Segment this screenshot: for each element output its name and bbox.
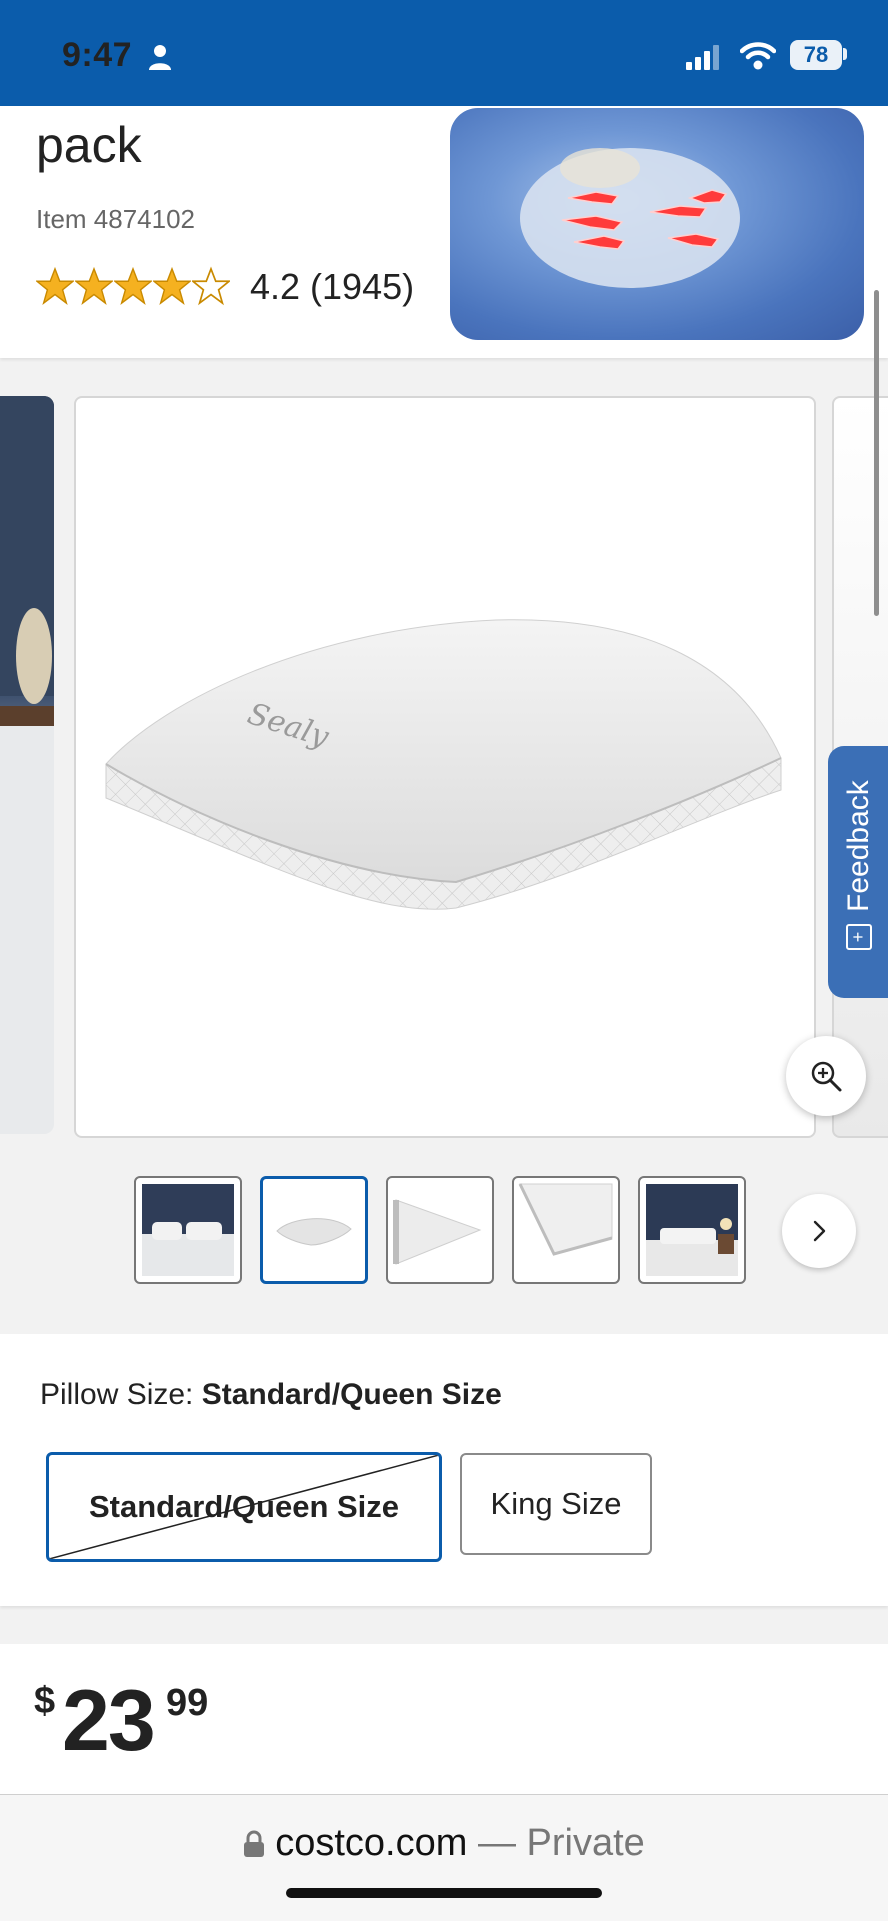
chevron-right-icon <box>813 1220 826 1242</box>
thumbnail-image <box>646 1184 738 1276</box>
thumbnail-image <box>142 1184 234 1276</box>
unavailable-strike <box>49 1455 439 1559</box>
star-full-icon <box>36 266 74 305</box>
cellular-signal-icon <box>686 45 719 70</box>
feedback-tab[interactable]: + Feedback <box>828 746 888 998</box>
bedroom-image <box>0 396 54 1134</box>
star-full-icon <box>75 266 113 305</box>
size-option-king[interactable]: King Size <box>460 1453 652 1555</box>
feedback-plus-icon: + <box>846 924 872 950</box>
thumbnail-strip <box>134 1176 746 1284</box>
battery-indicator: 78 <box>790 40 842 70</box>
thumbnail-bedroom[interactable] <box>134 1176 242 1284</box>
main-product-image[interactable]: Sealy <box>74 396 816 1138</box>
price-cents: 99 <box>166 1682 209 1724</box>
rating-summary[interactable]: 4.2 (1945) <box>250 266 414 308</box>
person-icon <box>149 45 171 70</box>
battery-nub <box>843 48 847 60</box>
product-title: pack <box>36 117 142 173</box>
address-text[interactable]: costco.com — Private <box>0 1822 888 1865</box>
thumbnail-pillow-side[interactable] <box>386 1176 494 1284</box>
floating-video-thumbnail[interactable] <box>450 108 864 340</box>
video-frame-image <box>520 148 740 288</box>
rating-stars[interactable] <box>36 266 230 310</box>
thumbnails-next-button[interactable] <box>782 1194 856 1268</box>
home-indicator[interactable] <box>286 1888 602 1898</box>
pillow-size-label: Pillow Size: Standard/Queen Size <box>40 1378 502 1412</box>
scroll-indicator <box>874 290 879 616</box>
address-domain: costco.com <box>275 1822 468 1864</box>
star-full-icon <box>153 266 191 305</box>
star-full-icon <box>114 266 152 305</box>
size-option-standard-queen[interactable]: Standard/Queen Size <box>46 1452 442 1562</box>
pillow-image: Sealy <box>105 619 782 910</box>
star-empty-icon <box>192 266 230 306</box>
price-dollars: 23 <box>62 1673 156 1769</box>
lock-icon <box>244 1830 265 1857</box>
zoom-button[interactable] <box>786 1036 866 1116</box>
size-option-label: King Size <box>490 1486 622 1521</box>
option-label-text: Pillow Size: <box>40 1378 202 1411</box>
thumbnail-image <box>276 1218 352 1246</box>
option-selected-value: Standard/Queen Size <box>201 1378 502 1411</box>
thumbnail-pillow-corner[interactable] <box>512 1176 620 1284</box>
thumbnail-image <box>518 1183 613 1256</box>
previous-gallery-image[interactable] <box>0 396 54 1134</box>
thumbnail-bedroom-wide[interactable] <box>638 1176 746 1284</box>
thumbnail-image <box>393 1199 482 1265</box>
price-currency: $ <box>34 1680 56 1722</box>
status-time: 9:47 <box>62 36 133 74</box>
item-number: Item 4874102 <box>36 204 196 234</box>
feedback-label: Feedback <box>842 780 875 912</box>
zoom-in-icon <box>811 1061 842 1092</box>
wifi-icon <box>740 42 776 70</box>
private-label: — Private <box>467 1822 645 1864</box>
thumbnail-pillow-front[interactable] <box>260 1176 368 1284</box>
